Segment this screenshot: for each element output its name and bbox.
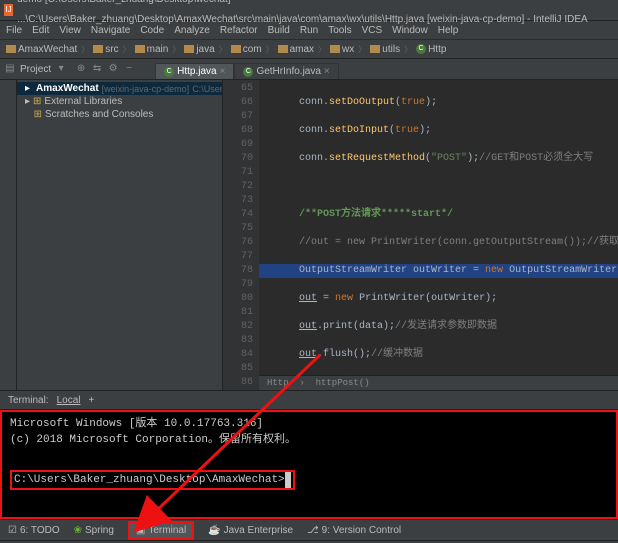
menu-refactor[interactable]: Refactor	[220, 25, 258, 36]
code-area[interactable]: conn.setDoOutput(true); conn.setDoInput(…	[259, 80, 618, 390]
terminal-add-tab[interactable]: +	[88, 395, 94, 406]
tab-label: Http.java	[177, 66, 216, 77]
terminal-console[interactable]: Microsoft Windows [版本 10.0.17763.316] (c…	[0, 410, 618, 519]
terminal-prompt[interactable]: C:\Users\Baker_zhuang\Desktop\AmaxWechat…	[10, 470, 295, 490]
nav-breadcrumbs: AmaxWechat〉 src〉 main〉 java〉 com〉 amax〉 …	[0, 40, 618, 59]
tree-label: AmaxWechat	[36, 83, 99, 94]
tree-label: External Libraries	[44, 96, 122, 107]
collapse-icon[interactable]: ⇆	[91, 63, 103, 75]
tab-java-enterprise[interactable]: ☕Java Enterprise	[208, 525, 293, 536]
line-gutter: 656667 686970 7172 73 747576 777879 8081…	[223, 80, 259, 390]
hide-icon[interactable]: −	[123, 63, 135, 75]
menu-tools[interactable]: Tools	[328, 25, 351, 36]
folder-icon	[135, 45, 145, 53]
menu-vcs[interactable]: VCS	[362, 25, 383, 36]
tab-version-control[interactable]: ⎇9: Version Control	[307, 525, 401, 536]
menu-navigate[interactable]: Navigate	[91, 25, 130, 36]
folder-icon	[330, 45, 340, 53]
main-area: ▸ AmaxWechat [weixin-java-cp-demo] C:\Us…	[0, 80, 618, 390]
tab-label: GetHrInfo.java	[256, 66, 320, 77]
folder-icon	[93, 45, 103, 53]
breadcrumb-item[interactable]: CHttp	[416, 44, 446, 55]
close-icon[interactable]: ×	[324, 66, 330, 77]
menu-edit[interactable]: Edit	[32, 25, 49, 36]
close-icon[interactable]: ×	[220, 66, 226, 77]
left-tool-strip[interactable]	[0, 80, 17, 390]
intellij-icon: IJ	[4, 4, 13, 16]
menu-window[interactable]: Window	[392, 25, 428, 36]
chevron-down-icon[interactable]: ▾	[55, 63, 67, 75]
menu-run[interactable]: Run	[300, 25, 318, 36]
breadcrumb-item[interactable]: src	[93, 44, 118, 55]
terminal-header: Terminal: Local +	[0, 391, 618, 410]
menu-analyze[interactable]: Analyze	[174, 25, 210, 36]
tree-scratches[interactable]: ⊞ Scratches and Consoles	[17, 108, 222, 121]
terminal-tab-local[interactable]: Local	[57, 395, 81, 406]
breadcrumb-item[interactable]: main	[135, 44, 169, 55]
breadcrumb-item[interactable]: AmaxWechat	[6, 44, 77, 55]
folder-icon	[184, 45, 194, 53]
target-icon[interactable]: ⊕	[75, 63, 87, 75]
class-icon: C	[243, 67, 253, 77]
breadcrumb-item[interactable]: amax	[278, 44, 314, 55]
class-icon: C	[416, 44, 426, 54]
folder-icon	[231, 45, 241, 53]
project-dropdown-icon[interactable]: ▤	[4, 63, 16, 75]
menu-view[interactable]: View	[59, 25, 81, 36]
menu-help[interactable]: Help	[438, 25, 459, 36]
breadcrumb-item[interactable]: wx	[330, 44, 354, 55]
structure-breadcrumb[interactable]: Http › httpPost()	[259, 375, 618, 390]
project-label[interactable]: Project	[20, 64, 51, 75]
folder-icon	[278, 45, 288, 53]
project-tool-window: ▸ AmaxWechat [weixin-java-cp-demo] C:\Us…	[17, 80, 223, 390]
tree-libraries[interactable]: ▸ ⊞ External Libraries	[17, 95, 222, 108]
chevron-right-icon: ▸	[25, 96, 30, 107]
breadcrumb-item[interactable]: java	[184, 44, 214, 55]
editor-toolbar: ▤ Project ▾ ⊕ ⇆ ⚙ − C Http.java × C GetH…	[0, 59, 618, 80]
class-icon: C	[164, 67, 174, 77]
tab-spring[interactable]: ❀Spring	[74, 525, 114, 536]
terminal-line: Microsoft Windows [版本 10.0.17763.316]	[10, 416, 608, 432]
menu-code[interactable]: Code	[140, 25, 164, 36]
tab-http[interactable]: C Http.java ×	[155, 63, 234, 79]
menu-build[interactable]: Build	[268, 25, 290, 36]
breadcrumb-item[interactable]: com	[231, 44, 262, 55]
folder-icon	[370, 45, 380, 53]
tab-gethrinfo[interactable]: C GetHrInfo.java ×	[234, 63, 338, 79]
tree-root[interactable]: ▸ AmaxWechat [weixin-java-cp-demo] C:\Us…	[17, 82, 222, 95]
menu-file[interactable]: File	[6, 25, 22, 36]
terminal-tool-window: Terminal: Local + Microsoft Windows [版本 …	[0, 390, 618, 519]
breadcrumb-item[interactable]: utils	[370, 44, 400, 55]
gear-icon[interactable]: ⚙	[107, 63, 119, 75]
tree-hint: [weixin-java-cp-demo]	[102, 84, 190, 94]
folder-icon	[6, 45, 16, 53]
bottom-tool-tabs: ☑6: TODO ❀Spring ▣Terminal ☕Java Enterpr…	[0, 519, 618, 540]
tab-terminal[interactable]: ▣Terminal	[128, 521, 194, 540]
chevron-right-icon: ▸	[25, 83, 30, 94]
terminal-title: Terminal:	[8, 395, 49, 406]
terminal-line: (c) 2018 Microsoft Corporation。保留所有权利。	[10, 432, 608, 448]
scratch-icon: ⊞	[34, 109, 42, 120]
tree-label: Scratches and Consoles	[45, 109, 153, 120]
tab-todo[interactable]: ☑6: TODO	[8, 525, 60, 536]
code-editor[interactable]: 656667 686970 7172 73 747576 777879 8081…	[223, 80, 618, 390]
library-icon: ⊞	[33, 96, 41, 107]
tree-path: C:\Users\Baker_zhu	[192, 84, 222, 94]
window-titlebar: IJ demo [C:\Users\Baker_zhuang\Desktop\w…	[0, 0, 618, 21]
